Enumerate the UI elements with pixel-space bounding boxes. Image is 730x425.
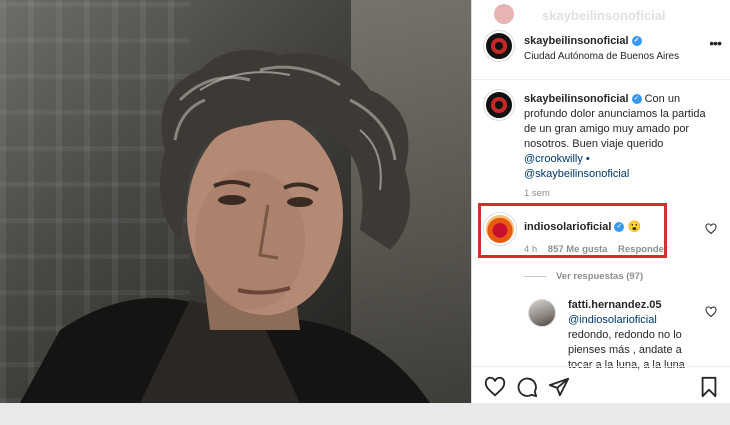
comment-icon[interactable] <box>516 376 538 398</box>
ghost-avatar <box>494 4 514 24</box>
verified-icon: ✓ <box>631 36 642 47</box>
like-heart-icon[interactable] <box>484 376 506 398</box>
portrait-illustration <box>20 50 430 403</box>
reply-avatar[interactable] <box>528 299 556 327</box>
heart-icon[interactable] <box>705 223 717 235</box>
view-replies-label[interactable]: Ver respuestas (97) <box>556 271 643 282</box>
heart-icon[interactable] <box>705 306 717 318</box>
caption-time[interactable]: 1 sem <box>524 188 550 199</box>
author-avatar[interactable] <box>484 31 514 61</box>
author-username[interactable]: skaybeilinsonoficial <box>524 35 629 47</box>
post-photo <box>0 0 471 403</box>
post-location[interactable]: Ciudad Autónoma de Buenos Aires <box>524 51 679 62</box>
author-username-row: skaybeilinsonoficial ✓ <box>524 35 642 47</box>
reply-body: fatti.hernandez.05 @indiosolarioficial r… <box>568 298 713 373</box>
verified-icon: ✓ <box>631 94 642 105</box>
caption-mention-crookwilly[interactable]: @crookwilly <box>524 153 583 165</box>
share-icon[interactable] <box>548 376 570 398</box>
caption-avatar[interactable] <box>484 90 514 120</box>
post-side-panel: skaybeilinsonoficial skaybeilinsonoficia… <box>471 0 730 403</box>
reply-text: redondo, redondo no lo pienses más , and… <box>568 329 682 356</box>
more-icon[interactable]: ••• <box>709 35 722 51</box>
bookmark-icon[interactable] <box>698 376 720 398</box>
view-replies-row[interactable]: Ver respuestas (97) <box>524 271 643 282</box>
post-header: skaybeilinsonoficial ✓ Ciudad Autónoma de… <box>472 27 730 80</box>
bottom-strip <box>0 403 730 425</box>
comment-highlight-box <box>478 203 667 258</box>
caption-username[interactable]: skaybeilinsonoficial <box>524 93 629 105</box>
reply-mention[interactable]: @indiosolarioficial <box>568 314 657 326</box>
caption-body: skaybeilinsonoficial ✓ Con un profundo do… <box>524 92 720 182</box>
ghost-header: skaybeilinsonoficial <box>492 2 730 24</box>
view-replies-dash <box>524 275 546 277</box>
reply-username[interactable]: fatti.hernandez.05 <box>568 299 662 311</box>
action-bar <box>472 366 730 403</box>
ghost-username: skaybeilinsonoficial <box>542 8 666 23</box>
caption-separator: • <box>585 153 590 165</box>
caption-mention-skay[interactable]: @skaybeilinsonoficial <box>524 168 629 180</box>
